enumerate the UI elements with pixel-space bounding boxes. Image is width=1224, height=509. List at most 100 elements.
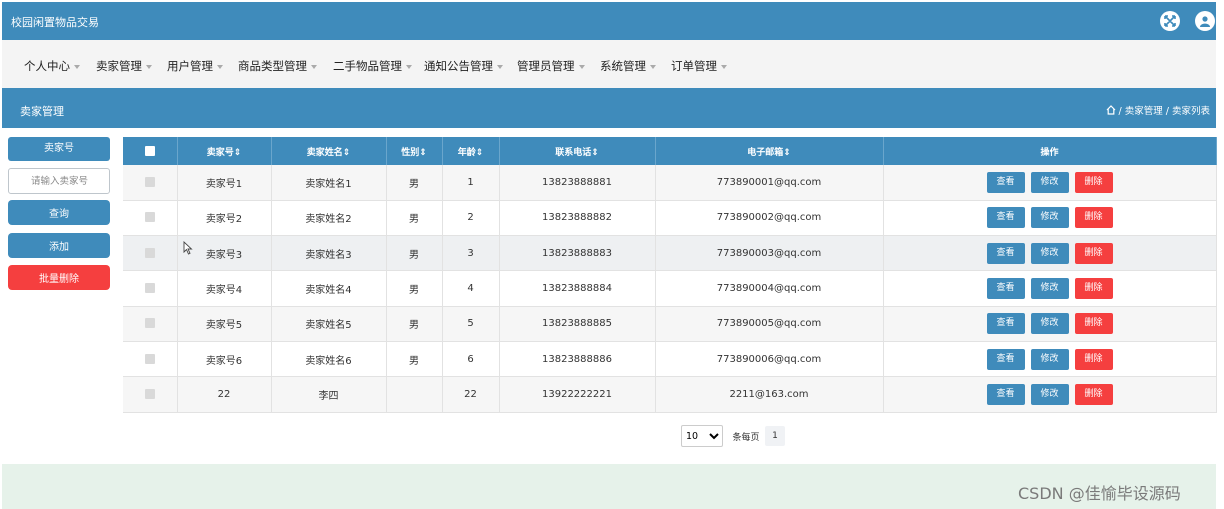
delete-button[interactable]: 删除 (1074, 242, 1113, 264)
sort-icon[interactable]: ⇕ (343, 148, 351, 158)
cell-seller-name: 卖家姓名2 (271, 200, 387, 237)
page-size-select[interactable]: 10 (681, 425, 723, 447)
user-icon[interactable] (1195, 11, 1215, 31)
cell-seller-name: 卖家姓名5 (271, 306, 387, 342)
row-select-cell[interactable] (123, 270, 178, 307)
table-row: 卖家号3 卖家姓名3 男 3 13823888883 773890003@qq.com 查看… (123, 235, 1217, 272)
nav-item-system-management[interactable]: 系统管理 (600, 58, 656, 74)
delete-button[interactable]: 删除 (1074, 383, 1113, 405)
home-icon[interactable] (1106, 105, 1116, 115)
column-header-email[interactable]: 电子邮箱⇕ (655, 137, 884, 165)
edit-button[interactable]: 修改 (1030, 207, 1069, 229)
select-all-header[interactable] (123, 137, 178, 165)
cell-age: 4 (442, 270, 500, 307)
cell-actions: 查看 修改 删除 (883, 376, 1217, 413)
cell-gender: 男 (386, 165, 443, 201)
nav-item-second-hand-management[interactable]: 二手物品管理 (333, 58, 412, 74)
column-header-gender[interactable]: 性别⇕ (386, 137, 443, 165)
row-checkbox[interactable] (144, 212, 155, 223)
page-title: 卖家管理 (20, 105, 64, 118)
cell-actions: 查看 修改 删除 (883, 306, 1217, 342)
sort-icon[interactable]: ⇕ (234, 148, 242, 158)
nav-item-order-management[interactable]: 订单管理 (671, 58, 727, 74)
table-header-row: 卖家号⇕ 卖家姓名⇕ 性别⇕ 年龄⇕ 联系电话⇕ 电子邮箱⇕ 操作 (123, 137, 1217, 165)
edit-button[interactable]: 修改 (1030, 313, 1069, 335)
row-checkbox[interactable] (144, 283, 155, 294)
row-select-cell[interactable] (123, 200, 178, 237)
sort-icon[interactable]: ⇕ (419, 148, 427, 158)
edit-button[interactable]: 修改 (1030, 278, 1069, 300)
view-button[interactable]: 查看 (986, 171, 1025, 193)
sort-icon[interactable]: ⇕ (476, 148, 484, 158)
row-checkbox[interactable] (144, 388, 155, 399)
cell-email: 773890004@qq.com (655, 270, 884, 307)
column-header-age[interactable]: 年龄⇕ (442, 137, 500, 165)
cell-email: 773890003@qq.com (655, 235, 884, 272)
edit-button[interactable]: 修改 (1030, 242, 1069, 264)
cell-age: 1 (442, 165, 500, 201)
page-number-button[interactable]: 1 (765, 426, 786, 446)
sort-icon[interactable]: ⇕ (783, 148, 791, 158)
view-button[interactable]: 查看 (986, 348, 1025, 370)
row-checkbox[interactable] (144, 353, 155, 364)
column-header-seller-name[interactable]: 卖家姓名⇕ (271, 137, 387, 165)
cell-age: 2 (442, 200, 500, 237)
row-checkbox[interactable] (144, 318, 155, 329)
cell-phone: 13823888881 (499, 165, 656, 201)
add-button[interactable]: 添加 (8, 233, 110, 258)
delete-button[interactable]: 删除 (1074, 171, 1113, 193)
edit-button[interactable]: 修改 (1030, 171, 1069, 193)
cell-gender: 男 (386, 341, 443, 378)
select-all-checkbox[interactable] (144, 145, 155, 156)
column-header-phone[interactable]: 联系电话⇕ (499, 137, 656, 165)
cell-email: 773890002@qq.com (655, 200, 884, 237)
view-button[interactable]: 查看 (986, 207, 1025, 229)
batch-delete-button[interactable]: 批量删除 (8, 265, 110, 290)
cell-phone: 13823888885 (499, 306, 656, 342)
column-header-actions: 操作 (883, 137, 1217, 165)
nav-item-admin-management[interactable]: 管理员管理 (517, 58, 585, 74)
cell-seller-id: 卖家号1 (177, 165, 272, 201)
view-button[interactable]: 查看 (986, 278, 1025, 300)
edit-button[interactable]: 修改 (1030, 383, 1069, 405)
nav-item-notice-management[interactable]: 通知公告管理 (424, 58, 503, 74)
fullscreen-icon[interactable] (1160, 11, 1180, 31)
table-row: 卖家号4 卖家姓名4 男 4 13823888884 773890004@qq.com 查看… (123, 270, 1217, 307)
cell-actions: 查看 修改 删除 (883, 165, 1217, 201)
column-header-seller-id[interactable]: 卖家号⇕ (177, 137, 272, 165)
nav-item-product-type-management[interactable]: 商品类型管理 (238, 58, 317, 74)
edit-button[interactable]: 修改 (1030, 348, 1069, 370)
query-button[interactable]: 查询 (8, 200, 110, 225)
delete-button[interactable]: 删除 (1074, 313, 1113, 335)
row-select-cell[interactable] (123, 165, 178, 201)
table-row: 卖家号5 卖家姓名5 男 5 13823888885 773890005@qq.com 查看… (123, 306, 1217, 342)
row-select-cell[interactable] (123, 306, 178, 342)
row-select-cell[interactable] (123, 376, 178, 413)
delete-button[interactable]: 删除 (1074, 278, 1113, 300)
cell-actions: 查看 修改 删除 (883, 200, 1217, 237)
table-body: 卖家号1 卖家姓名1 男 1 13823888881 773890001@qq.com 查看… (123, 165, 1217, 413)
view-button[interactable]: 查看 (986, 383, 1025, 405)
caret-down-icon (578, 64, 585, 69)
sort-icon[interactable]: ⇕ (591, 148, 599, 158)
view-button[interactable]: 查看 (986, 313, 1025, 335)
row-checkbox[interactable] (144, 247, 155, 258)
delete-button[interactable]: 删除 (1074, 207, 1113, 229)
view-button[interactable]: 查看 (986, 242, 1025, 264)
row-checkbox[interactable] (144, 176, 155, 187)
seller-id-search-input[interactable] (8, 168, 110, 194)
mouse-cursor-icon (183, 241, 193, 255)
row-select-cell[interactable] (123, 341, 178, 378)
cell-gender: 男 (386, 270, 443, 307)
main-nav: 个人中心 卖家管理 用户管理 商品类型管理 二手物品管理 通知公告管理 管理员管… (2, 40, 1216, 88)
nav-item-seller-management[interactable]: 卖家管理 (96, 58, 152, 74)
delete-button[interactable]: 删除 (1074, 348, 1113, 370)
cell-phone: 13823888884 (499, 270, 656, 307)
nav-item-personal-center[interactable]: 个人中心 (24, 58, 80, 74)
cell-seller-name: 卖家姓名3 (271, 235, 387, 272)
watermark: CSDN @佳愉毕设源码 (1018, 484, 1181, 503)
cell-actions: 查看 修改 删除 (883, 235, 1217, 272)
cell-seller-id: 22 (177, 376, 272, 413)
row-select-cell[interactable] (123, 235, 178, 272)
nav-item-user-management[interactable]: 用户管理 (167, 58, 223, 74)
